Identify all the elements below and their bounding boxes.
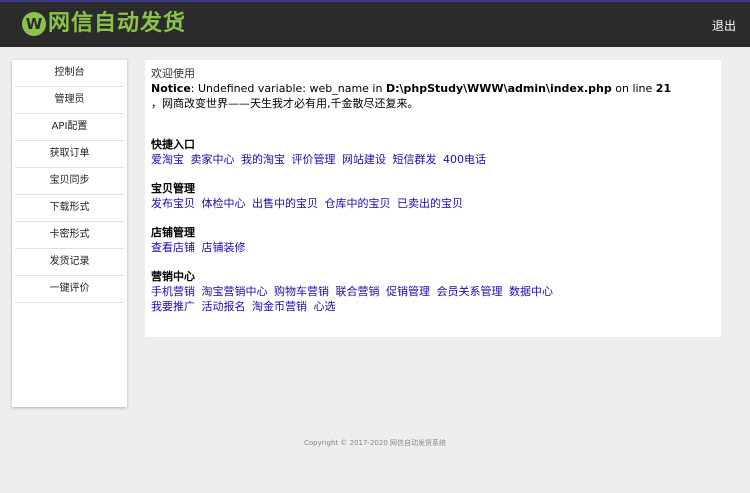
link-items-on-sale[interactable]: 出售中的宝贝: [252, 197, 318, 210]
slogan: ，网商改变世界——天生我才必有用,千金散尽还复来。: [151, 97, 419, 110]
main-content: 欢迎使用 Notice: Undefined variable: web_nam…: [145, 60, 721, 337]
link-items-sold[interactable]: 已卖出的宝贝: [397, 197, 463, 210]
link-shop-decorate[interactable]: 店铺装修: [202, 241, 246, 254]
link-items-in-warehouse[interactable]: 仓库中的宝贝: [325, 197, 391, 210]
notice-label: Notice: [151, 82, 191, 95]
link-website-build[interactable]: 网站建设: [342, 153, 386, 166]
sidebar-item-api-config[interactable]: API配置: [15, 114, 124, 141]
logo[interactable]: W 网信自动发货: [22, 12, 186, 36]
section-shop-manage: 店铺管理 查看店铺 店铺装修: [151, 225, 715, 255]
top-bar: W 网信自动发货 退出: [0, 0, 750, 47]
welcome-text: 欢迎使用: [151, 67, 195, 80]
sidebar-item-get-orders[interactable]: 获取订单: [15, 141, 124, 168]
link-promote[interactable]: 我要推广: [151, 300, 195, 313]
link-400-phone[interactable]: 400电话: [443, 153, 486, 166]
link-promotion-manage[interactable]: 促销管理: [386, 285, 430, 298]
sidebar-item-admin[interactable]: 管理员: [15, 87, 124, 114]
link-list: 查看店铺 店铺装修: [151, 240, 715, 255]
section-title: 快捷入口: [151, 138, 195, 151]
logo-icon: W: [22, 12, 46, 36]
link-xinxuan[interactable]: 心选: [314, 300, 336, 313]
notice-path: D:\phpStudy\WWW\admin\index.php: [385, 82, 612, 95]
link-publish-item[interactable]: 发布宝贝: [151, 197, 195, 210]
link-member-relations[interactable]: 会员关系管理: [437, 285, 503, 298]
section-item-manage: 宝贝管理 发布宝贝 体检中心 出售中的宝贝 仓库中的宝贝 已卖出的宝贝: [151, 181, 715, 211]
section-marketing-center: 营销中心 手机营销 淘宝营销中心 购物车营销 联合营销 促销管理 会员关系管理 …: [151, 269, 715, 314]
sidebar-item-delivery-log[interactable]: 发货记录: [15, 249, 124, 276]
section-quick-entry: 快捷入口 爱淘宝 卖家中心 我的淘宝 评价管理 网站建设 短信群发 400电话: [151, 137, 715, 167]
sidebar-item-download-mode[interactable]: 下载形式: [15, 195, 124, 222]
link-review-manage[interactable]: 评价管理: [292, 153, 336, 166]
link-list: 手机营销 淘宝营销中心 购物车营销 联合营销 促销管理 会员关系管理 数据中心: [151, 284, 715, 299]
notice-text-2: on line: [611, 82, 656, 95]
sidebar-item-card-mode[interactable]: 卡密形式: [15, 222, 124, 249]
link-checkup-center[interactable]: 体检中心: [202, 197, 246, 210]
link-taojinbi-marketing[interactable]: 淘金币营销: [252, 300, 307, 313]
link-mobile-marketing[interactable]: 手机营销: [151, 285, 195, 298]
logout-link[interactable]: 退出: [712, 17, 736, 34]
link-ai-taobao[interactable]: 爱淘宝: [151, 153, 184, 166]
link-list: 爱淘宝 卖家中心 我的淘宝 评价管理 网站建设 短信群发 400电话: [151, 152, 715, 167]
php-notice: Notice: Undefined variable: web_name in …: [151, 81, 715, 96]
link-taobao-marketing-center[interactable]: 淘宝营销中心: [202, 285, 268, 298]
notice-text-1: : Undefined variable: web_name in: [190, 82, 386, 95]
link-list: 我要推广 活动报名 淘金币营销 心选: [151, 299, 715, 314]
link-joint-marketing[interactable]: 联合营销: [336, 285, 380, 298]
section-title: 店铺管理: [151, 226, 195, 239]
footer-copyright: Copyright © 2017-2020 网信自动发货系统: [303, 439, 447, 447]
link-cart-marketing[interactable]: 购物车营销: [274, 285, 329, 298]
link-sms-broadcast[interactable]: 短信群发: [393, 153, 437, 166]
logo-text: 网信自动发货: [48, 11, 187, 36]
section-title: 营销中心: [151, 270, 195, 283]
notice-line: 21: [655, 82, 672, 95]
link-list: 发布宝贝 体检中心 出售中的宝贝 仓库中的宝贝 已卖出的宝贝: [151, 196, 715, 211]
link-view-shop[interactable]: 查看店铺: [151, 241, 195, 254]
link-my-taobao[interactable]: 我的淘宝: [241, 153, 285, 166]
sidebar-item-sync-items[interactable]: 宝贝同步: [15, 168, 124, 195]
sidebar-item-console[interactable]: 控制台: [15, 60, 124, 87]
sidebar: 控制台 管理员 API配置 获取订单 宝贝同步 下载形式 卡密形式 发货记录 一…: [12, 60, 127, 407]
sidebar-item-one-click-review[interactable]: 一键评价: [15, 276, 124, 303]
link-data-center[interactable]: 数据中心: [509, 285, 553, 298]
link-seller-center[interactable]: 卖家中心: [191, 153, 235, 166]
section-title: 宝贝管理: [151, 182, 195, 195]
link-event-signup[interactable]: 活动报名: [202, 300, 246, 313]
